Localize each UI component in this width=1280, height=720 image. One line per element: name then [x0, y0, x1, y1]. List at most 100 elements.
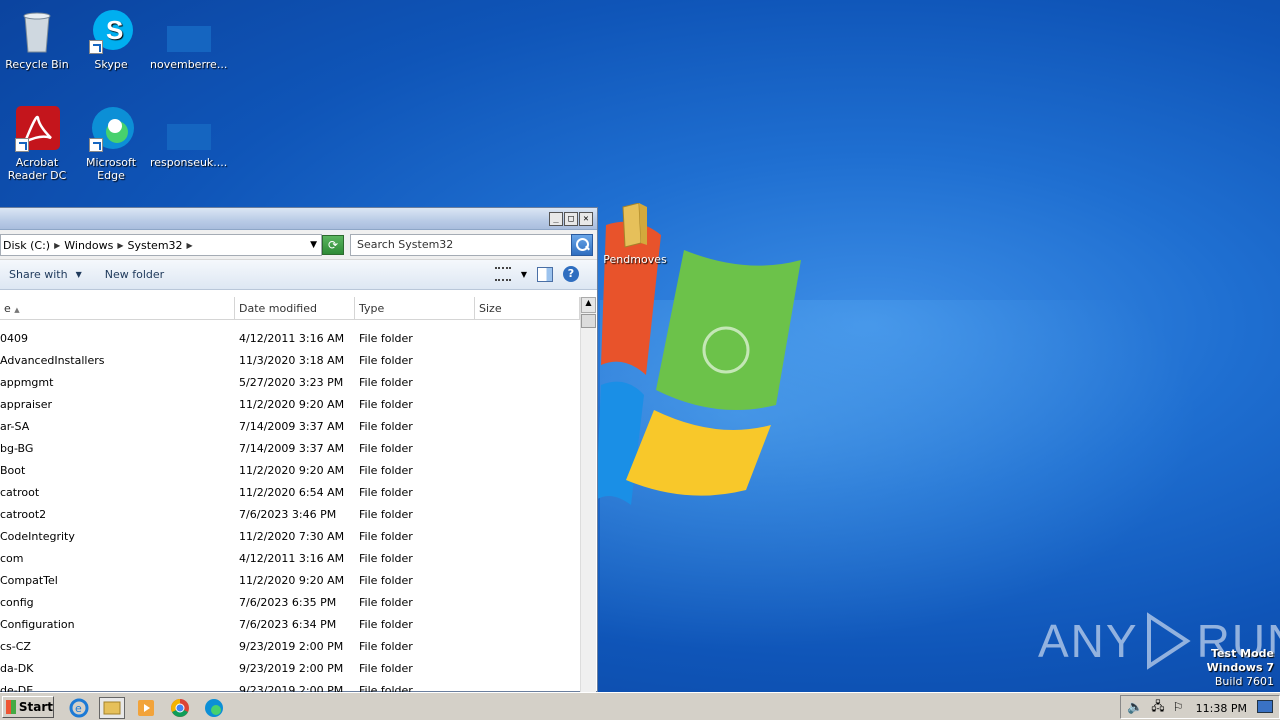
file-type: File folder: [359, 463, 413, 477]
chevron-down-icon[interactable]: ▼: [521, 270, 527, 279]
maximize-button[interactable]: □: [564, 212, 578, 226]
address-bar: Disk (C:) ▶ Windows ▶ System32 ▶ ▼ ⟳ Sea…: [0, 230, 597, 260]
recycle-bin-icon: [13, 8, 61, 54]
volume-icon[interactable]: 🔈: [1127, 700, 1143, 715]
taskbar-chrome-button[interactable]: [167, 697, 193, 719]
refresh-button[interactable]: ⟳: [322, 235, 344, 255]
table-row[interactable]: config 7/6/2023 6:35 PM File folder: [0, 591, 580, 613]
sort-arrow-icon: ▲: [14, 306, 20, 314]
desktop: Recycle Bin S Skype novemberre... Acroba…: [0, 0, 1280, 692]
show-desktop-icon[interactable]: [1257, 700, 1273, 713]
file-type: File folder: [359, 441, 413, 455]
acrobat-reader-icon: [13, 106, 61, 152]
file-type: File folder: [359, 551, 413, 565]
file-list: 0409 4/12/2011 3:16 AM File folder Advanced…: [0, 327, 580, 693]
window-titlebar[interactable]: _ □ ✕: [0, 208, 597, 230]
taskbar-ie-button[interactable]: e: [66, 697, 92, 719]
view-options-icon[interactable]: [494, 267, 511, 281]
skype-icon: S: [87, 8, 135, 54]
table-row[interactable]: com 4/12/2011 3:16 AM File folder: [0, 547, 580, 569]
desktop-icon-edge[interactable]: Microsoft Edge: [74, 106, 148, 182]
search-input[interactable]: Search System32: [350, 234, 572, 256]
new-folder-button[interactable]: New folder: [105, 268, 164, 281]
file-name: ar-SA: [0, 419, 30, 433]
action-center-flag-icon[interactable]: ⚐: [1173, 700, 1184, 714]
file-date-modified: 4/12/2011 3:16 AM: [239, 551, 345, 565]
file-type: File folder: [359, 353, 413, 367]
desktop-icon-pendmoves[interactable]: Pendmoves: [598, 202, 672, 266]
column-header-date[interactable]: Date modified: [235, 297, 355, 320]
scroll-thumb[interactable]: [581, 314, 596, 328]
table-row[interactable]: CodeIntegrity 11/2/2020 7:30 AM File folde…: [0, 525, 580, 547]
chevron-right-icon[interactable]: ▶: [54, 241, 60, 250]
breadcrumb-item-system32[interactable]: System32: [128, 239, 183, 252]
table-row[interactable]: Boot 11/2/2020 9:20 AM File folder: [0, 459, 580, 481]
edge-icon: [87, 106, 135, 152]
file-name: Boot: [0, 463, 26, 477]
file-name: CompatTel: [0, 573, 58, 587]
chevron-right-icon[interactable]: ▶: [117, 241, 123, 250]
network-icon[interactable]: 🖧: [1151, 697, 1164, 718]
taskbar-media-player-button[interactable]: [133, 697, 159, 719]
breadcrumb-item-disk[interactable]: Disk (C:): [3, 239, 50, 252]
clock[interactable]: 11:38 PM: [1196, 702, 1247, 715]
desktop-icon-file-responseuk[interactable]: responseuk....: [150, 106, 227, 169]
taskbar-explorer-button[interactable]: [99, 697, 125, 719]
file-date-modified: 7/6/2023 6:34 PM: [239, 617, 337, 631]
desktop-icon-recycle-bin[interactable]: Recycle Bin: [0, 8, 74, 71]
file-date-modified: 7/6/2023 3:46 PM: [239, 507, 337, 521]
taskbar: Start e 🔈 🖧 ⚐ 11:38 PM: [0, 692, 1280, 720]
table-row[interactable]: appraiser 11/2/2020 9:20 AM File folder: [0, 393, 580, 415]
share-with-label: Share with: [9, 268, 68, 281]
desktop-icon-acrobat[interactable]: Acrobat Reader DC: [0, 106, 74, 182]
table-row[interactable]: AdvancedInstallers 11/3/2020 3:18 AM File …: [0, 349, 580, 371]
file-date-modified: 11/2/2020 9:20 AM: [239, 573, 345, 587]
close-button[interactable]: ✕: [579, 212, 593, 226]
scroll-up-button[interactable]: ▲: [581, 297, 596, 313]
table-row[interactable]: da-DK 9/23/2019 2:00 PM File folder: [0, 657, 580, 679]
vertical-scrollbar[interactable]: ▲: [580, 297, 596, 692]
table-row[interactable]: 0409 4/12/2011 3:16 AM File folder: [0, 327, 580, 349]
table-row[interactable]: catroot 11/2/2020 6:54 AM File folder: [0, 481, 580, 503]
breadcrumb[interactable]: Disk (C:) ▶ Windows ▶ System32 ▶ ▼: [0, 234, 322, 256]
desktop-icon-skype[interactable]: S Skype: [74, 8, 148, 71]
file-name: bg-BG: [0, 441, 34, 455]
file-type: File folder: [359, 485, 413, 499]
file-date-modified: 9/23/2019 2:00 PM: [239, 661, 344, 675]
test-mode-watermark: Test Mode Windows 7 Build 7601: [1207, 647, 1274, 689]
file-date-modified: 11/2/2020 7:30 AM: [239, 529, 345, 543]
table-row[interactable]: Configuration 7/6/2023 6:34 PM File folder: [0, 613, 580, 635]
file-type: File folder: [359, 683, 413, 693]
table-row[interactable]: cs-CZ 9/23/2019 2:00 PM File folder: [0, 635, 580, 657]
column-header-type[interactable]: Type: [355, 297, 475, 320]
desktop-icon-file-novemberre[interactable]: novemberre...: [150, 8, 227, 71]
table-row[interactable]: de-DE 9/23/2019 2:00 PM File folder: [0, 679, 580, 693]
search-icon[interactable]: [571, 234, 593, 256]
file-date-modified: 9/23/2019 2:00 PM: [239, 639, 344, 653]
shortcut-arrow-icon: [89, 138, 103, 152]
file-name: de-DE: [0, 683, 34, 693]
table-row[interactable]: appmgmt 5/27/2020 3:23 PM File folder: [0, 371, 580, 393]
svg-text:e: e: [75, 702, 82, 715]
chevron-right-icon[interactable]: ▶: [187, 241, 193, 250]
column-header-size[interactable]: Size: [475, 297, 580, 320]
breadcrumb-item-windows[interactable]: Windows: [64, 239, 113, 252]
preview-pane-icon[interactable]: [537, 266, 553, 282]
share-with-button[interactable]: Share with ▼: [9, 268, 82, 281]
table-row[interactable]: CompatTel 11/2/2020 9:20 AM File folder: [0, 569, 580, 591]
help-icon[interactable]: ?: [563, 266, 579, 282]
start-button[interactable]: Start: [2, 696, 54, 718]
start-label: Start: [18, 700, 53, 714]
windows-flag-icon: [6, 700, 16, 714]
file-type: File folder: [359, 507, 413, 521]
table-row[interactable]: bg-BG 7/14/2009 3:37 AM File folder: [0, 437, 580, 459]
minimize-button[interactable]: _: [549, 212, 563, 226]
table-row[interactable]: catroot2 7/6/2023 3:46 PM File folder: [0, 503, 580, 525]
chevron-down-icon[interactable]: ▼: [310, 240, 317, 250]
file-type: File folder: [359, 617, 413, 631]
column-header-name[interactable]: e ▲: [0, 297, 235, 320]
taskbar-edge-button[interactable]: [201, 697, 227, 719]
document-icon: [163, 106, 211, 152]
table-row[interactable]: ar-SA 7/14/2009 3:37 AM File folder: [0, 415, 580, 437]
file-name: cs-CZ: [0, 639, 31, 653]
